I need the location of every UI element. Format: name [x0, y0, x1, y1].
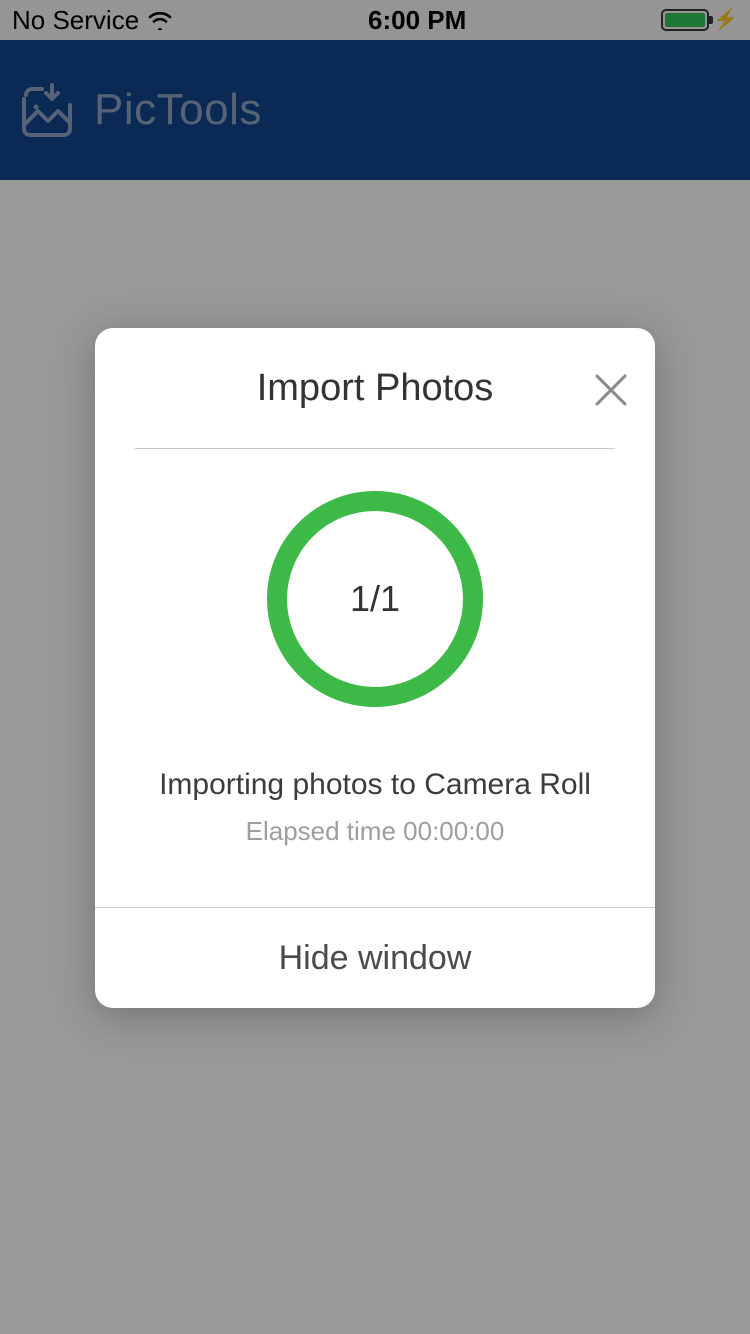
status-text: Importing photos to Camera Roll — [159, 768, 591, 802]
progress-count: 1/1 — [266, 490, 484, 708]
hide-window-button[interactable]: Hide window — [95, 908, 655, 1008]
close-icon — [593, 372, 629, 408]
progress-ring: 1/1 — [266, 490, 484, 708]
modal-title: Import Photos — [257, 367, 494, 410]
import-photos-modal: Import Photos 1/1 Importing photos to Ca… — [95, 328, 655, 1008]
modal-header: Import Photos — [95, 328, 655, 448]
status-block: Importing photos to Camera Roll Elapsed … — [159, 768, 591, 847]
elapsed-time-label: Elapsed time 00:00:00 — [159, 816, 591, 847]
modal-body: 1/1 Importing photos to Camera Roll Elap… — [95, 449, 655, 907]
hide-window-label: Hide window — [279, 939, 472, 978]
close-button[interactable] — [593, 372, 629, 408]
